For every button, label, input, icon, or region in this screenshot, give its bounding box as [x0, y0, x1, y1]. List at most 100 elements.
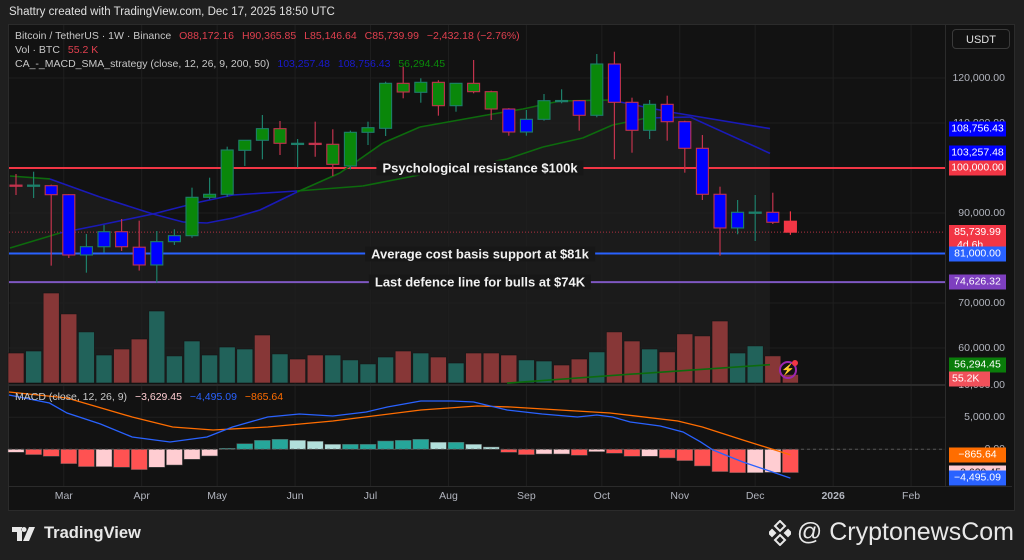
- candle: [273, 120, 287, 155]
- strategy-label[interactable]: CA_-_MACD_SMA_strategy (close, 12, 26, 9…: [15, 58, 269, 70]
- volume-bar: [500, 354, 518, 384]
- candle-body: [484, 91, 498, 110]
- candle-body: [361, 127, 375, 133]
- macd-legend: MACD (close, 12, 26, 9) −3,629.45 −4,495…: [15, 391, 288, 403]
- candle: [255, 114, 269, 160]
- candle-body: [238, 139, 252, 151]
- volume-label[interactable]: Vol · BTC: [15, 44, 60, 56]
- candle: [379, 81, 393, 137]
- candle-body: [203, 193, 217, 198]
- strategy-value-1: 103,257.48: [277, 58, 330, 70]
- candle: [502, 108, 516, 136]
- ohlc-open: O88,172.16: [179, 30, 235, 42]
- volume-bar: [482, 352, 500, 384]
- candle-body: [731, 211, 745, 229]
- volume-bar: [324, 354, 342, 384]
- volume-bar: [254, 334, 271, 384]
- macd-histogram-bar: [289, 440, 306, 450]
- macd-histogram-bar: [570, 449, 588, 456]
- macd-histogram-bar: [518, 449, 535, 455]
- candle-body: [449, 82, 463, 107]
- volume-bar: [588, 351, 606, 384]
- macd-histogram-bar: [746, 449, 764, 473]
- macd-histogram-bar: [465, 444, 482, 450]
- candle-body: [44, 185, 58, 196]
- volume-bar: [183, 340, 201, 384]
- time-axis-label: Sep: [517, 490, 536, 502]
- candle-body: [502, 108, 516, 133]
- currency-button[interactable]: USDT: [952, 29, 1010, 49]
- candle: [555, 89, 569, 104]
- candle-body: [150, 241, 164, 266]
- volume-bar: [201, 354, 218, 384]
- candle-body: [79, 246, 93, 256]
- candle-body: [326, 143, 340, 165]
- time-axis-label: Mar: [54, 490, 73, 502]
- volume-bar: [95, 354, 113, 384]
- candle-body: [678, 121, 692, 149]
- time-axis-label: Dec: [745, 490, 765, 502]
- candle-body: [572, 100, 586, 116]
- volume-bar: [412, 352, 430, 384]
- macd-histogram-bar: [306, 441, 324, 450]
- candle-body: [255, 128, 269, 141]
- volume-value: 55.2 K: [67, 44, 99, 56]
- macd-histogram-bar: [359, 444, 377, 450]
- candle: [414, 78, 428, 103]
- macd-histogram-bar: [430, 441, 447, 450]
- price-axis-label: 70,000.00: [958, 297, 1005, 309]
- volume-bar: [306, 354, 324, 384]
- volume-tag: 55.2K: [949, 371, 990, 386]
- macd-histogram-bar: [42, 449, 60, 457]
- tradingview-wordmark: TradingView: [44, 524, 141, 542]
- candle-body: [695, 147, 709, 195]
- volume-bar: [746, 345, 764, 384]
- macd-histogram-bar: [377, 440, 394, 450]
- volume-bar: [271, 353, 289, 384]
- candle-body: [713, 193, 727, 229]
- volume-bar: [113, 348, 130, 384]
- macd-histogram-bar: [447, 441, 465, 450]
- ohlc-close: C85,739.99: [364, 30, 419, 42]
- symbol-legend: Bitcoin / TetherUS · 1W · Binance O88,17…: [15, 30, 525, 42]
- time-axis-label: May: [207, 490, 228, 502]
- candle-body: [467, 82, 481, 93]
- lightning-icon[interactable]: ⚡: [779, 360, 798, 379]
- macd-signal-value: −865.64: [244, 391, 284, 403]
- macd-histogram-bar: [694, 449, 711, 467]
- volume-bar: [694, 335, 711, 384]
- volume-bar: [377, 356, 394, 384]
- price-axis-label: 60,000.00: [958, 342, 1005, 354]
- strategy-value-2: 108,756.43: [337, 58, 391, 70]
- candle-body: [537, 100, 551, 120]
- symbol-title[interactable]: Bitcoin / TetherUS · 1W · Binance: [15, 30, 171, 42]
- volume-bar: [218, 346, 236, 384]
- candle-body: [220, 149, 234, 195]
- price-tag: 108,756.43: [949, 121, 1006, 137]
- tradingview-logo: TradingView: [12, 524, 141, 543]
- candle: [361, 121, 375, 146]
- macd-histogram-bar: [236, 443, 254, 450]
- candle-body: [62, 194, 76, 256]
- macd-axis-label: 5,000.00: [964, 411, 1005, 424]
- tradingview-logo-icon: [12, 526, 35, 541]
- macd-histogram-bar: [535, 449, 553, 455]
- macd-histogram-bar: [553, 449, 570, 455]
- macd-label[interactable]: MACD (close, 12, 26, 9): [15, 391, 127, 403]
- volume-bar: [676, 333, 694, 384]
- candle: [308, 121, 322, 157]
- candle: [62, 194, 76, 258]
- macd-histogram-bar: [183, 449, 201, 460]
- candle: [590, 54, 604, 118]
- ohlc-low: L85,146.64: [304, 30, 357, 42]
- candle: [537, 94, 551, 121]
- volume-bar: [60, 313, 78, 384]
- time-axis-label: Jun: [286, 490, 304, 502]
- volume-bar: [641, 348, 658, 384]
- volume-bar: [658, 351, 676, 384]
- candle: [783, 211, 797, 235]
- strategy-line-segment: [232, 190, 298, 196]
- macd-histogram-bar: [729, 449, 746, 473]
- candle-body: [167, 235, 181, 243]
- candle: [467, 60, 481, 94]
